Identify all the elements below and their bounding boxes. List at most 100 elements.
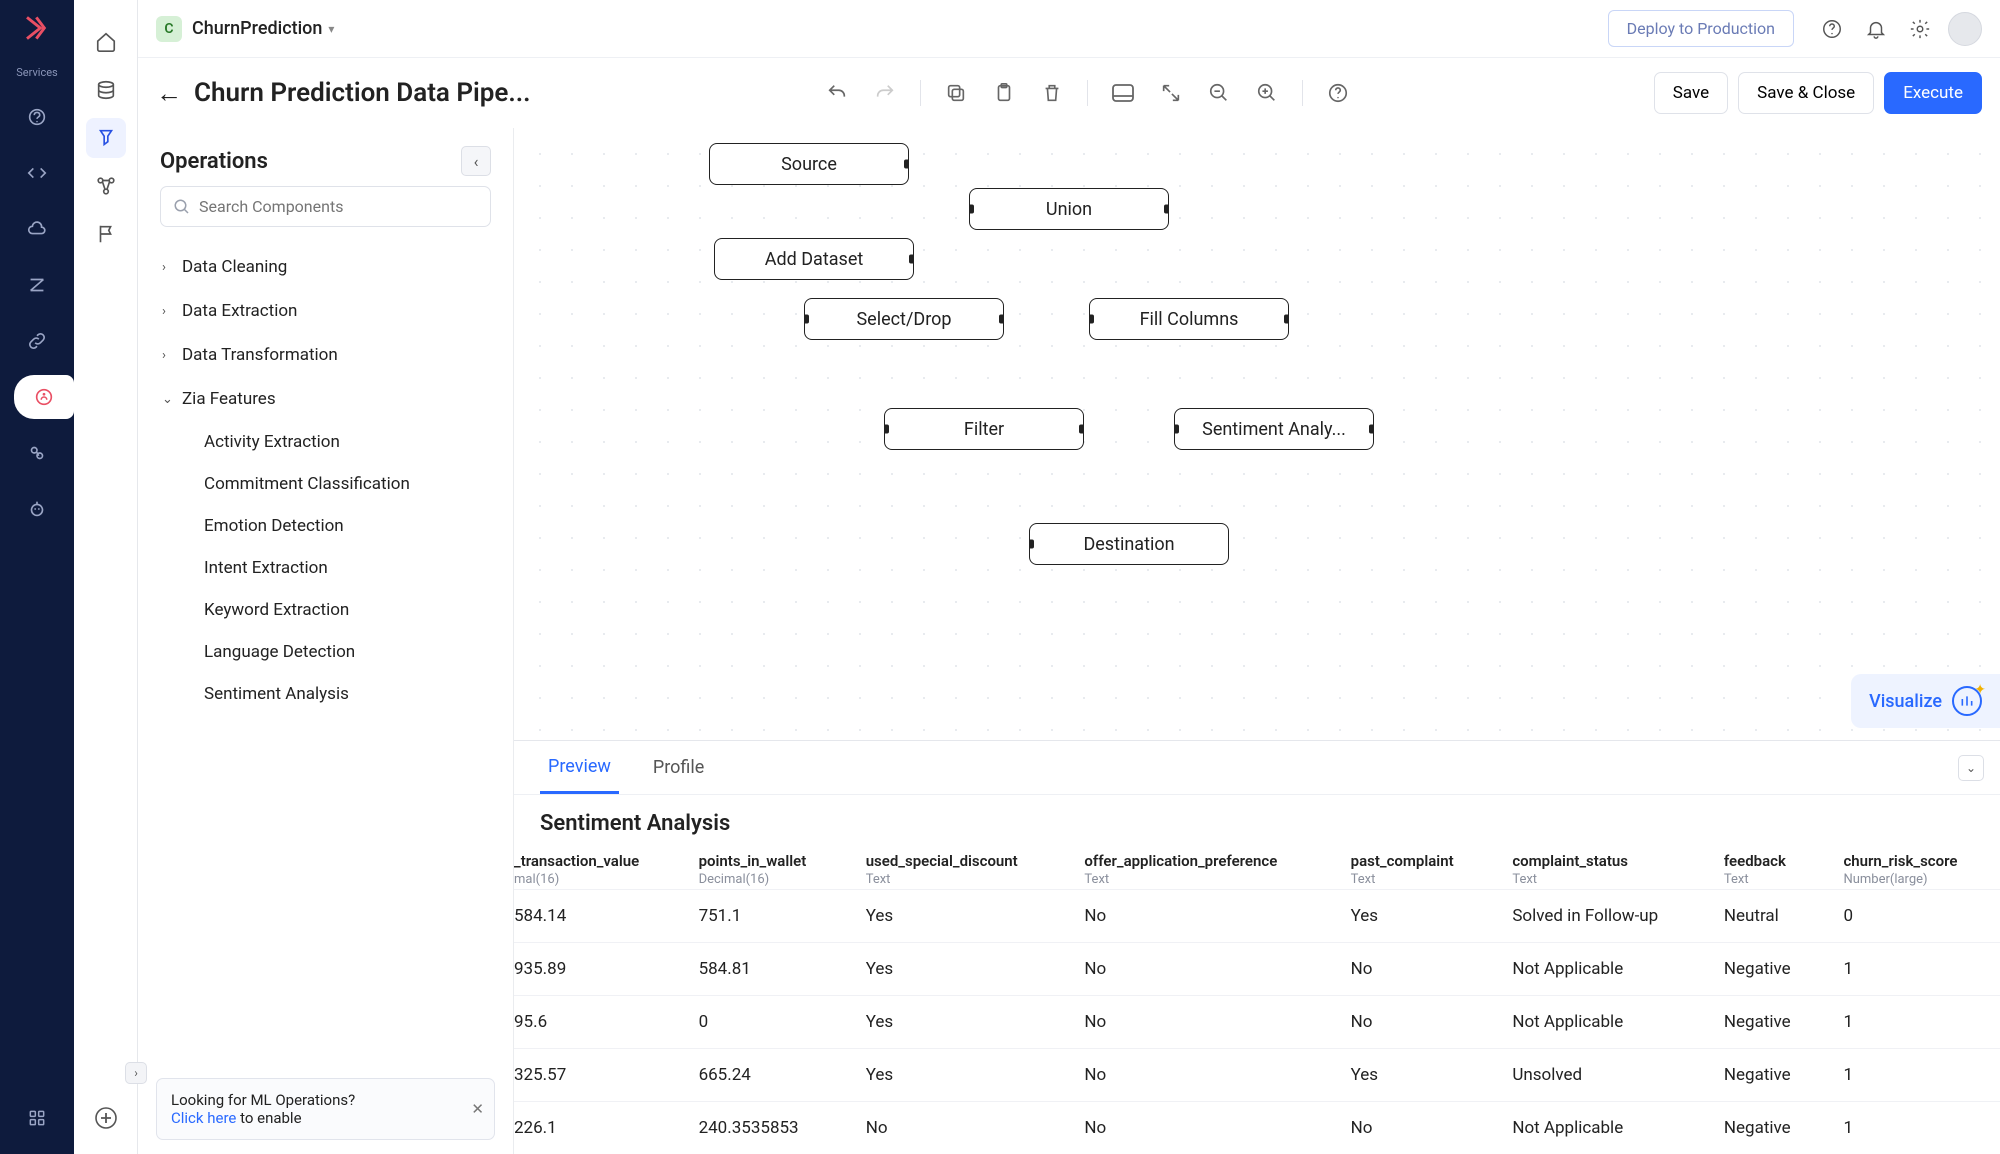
column-header[interactable]: past_complaintText bbox=[1333, 846, 1495, 890]
strip-graph-icon[interactable] bbox=[86, 166, 126, 206]
ops-group[interactable]: ›Data Cleaning bbox=[162, 245, 501, 289]
app-logo-icon bbox=[19, 12, 55, 48]
tab-preview[interactable]: Preview bbox=[540, 742, 619, 794]
ops-item[interactable]: Language Detection bbox=[162, 631, 501, 673]
tab-profile[interactable]: Profile bbox=[645, 743, 712, 792]
panel-icon[interactable] bbox=[1110, 80, 1136, 106]
workspace-caret-icon[interactable]: ▾ bbox=[328, 22, 334, 36]
help-icon[interactable] bbox=[1818, 15, 1846, 43]
table-row[interactable]: 226.1240.3535853NoNoNoNot ApplicableNega… bbox=[514, 1102, 2000, 1154]
expand-icon[interactable] bbox=[1158, 80, 1184, 106]
ops-group[interactable]: ›Data Extraction bbox=[162, 289, 501, 333]
chevron-down-icon: ⌄ bbox=[162, 392, 182, 407]
pipeline-canvas[interactable]: Source Add Dataset Union Select/Drop Fil… bbox=[514, 128, 2000, 740]
strip-add-button[interactable] bbox=[86, 1098, 126, 1138]
clipboard-icon[interactable] bbox=[991, 80, 1017, 106]
table-cell: 1 bbox=[1825, 1102, 2000, 1154]
rail-item-zia[interactable] bbox=[15, 263, 59, 307]
bell-icon[interactable] bbox=[1862, 15, 1890, 43]
ops-item[interactable]: Sentiment Analysis bbox=[162, 673, 501, 715]
gear-icon[interactable] bbox=[1906, 15, 1934, 43]
table-cell: No bbox=[1066, 1049, 1332, 1102]
table-cell: No bbox=[1066, 943, 1332, 996]
info-icon[interactable] bbox=[1325, 80, 1351, 106]
avatar[interactable] bbox=[1948, 12, 1982, 46]
ops-group[interactable]: ⌄Zia Features bbox=[162, 377, 501, 421]
strip-home-icon[interactable] bbox=[86, 22, 126, 62]
chevron-right-icon: › bbox=[162, 348, 182, 363]
undo-icon[interactable] bbox=[824, 80, 850, 106]
column-header[interactable]: churn_risk_scoreNumber(large) bbox=[1825, 846, 2000, 890]
preview-collapse-icon[interactable]: ⌄ bbox=[1958, 755, 1984, 781]
ops-item[interactable]: Keyword Extraction bbox=[162, 589, 501, 631]
save-button[interactable]: Save bbox=[1654, 72, 1728, 114]
save-close-button[interactable]: Save & Close bbox=[1738, 72, 1874, 114]
project-strip: › bbox=[74, 0, 138, 1154]
table-row[interactable]: 325.57665.24YesNoYesUnsolvedNegative1 bbox=[514, 1049, 2000, 1102]
ops-group[interactable]: ›Data Transformation bbox=[162, 333, 501, 377]
trash-icon[interactable] bbox=[1039, 80, 1065, 106]
node-source[interactable]: Source bbox=[709, 143, 909, 185]
rail-item-assistant[interactable] bbox=[15, 95, 59, 139]
close-icon[interactable]: ✕ bbox=[471, 1100, 484, 1118]
rail-item-cloud[interactable] bbox=[15, 207, 59, 251]
table-cell: Yes bbox=[848, 1049, 1067, 1102]
visualize-button[interactable]: Visualize ✦ bbox=[1851, 674, 2000, 728]
strip-flag-icon[interactable] bbox=[86, 214, 126, 254]
preview-table[interactable]: _transaction_valuemal(16)points_in_walle… bbox=[514, 846, 2000, 1154]
column-header[interactable]: used_special_discountText bbox=[848, 846, 1067, 890]
table-cell: Negative bbox=[1706, 943, 1826, 996]
execute-button[interactable]: Execute bbox=[1884, 72, 1982, 114]
table-cell: Not Applicable bbox=[1494, 1102, 1706, 1154]
operations-title: Operations bbox=[160, 149, 461, 174]
preview-pane: Preview Profile ⌄ Sentiment Analysis _tr… bbox=[514, 740, 2000, 1154]
rail-item-ml-active[interactable] bbox=[14, 375, 74, 419]
rail-item-bot[interactable] bbox=[15, 487, 59, 531]
collapse-panel-icon[interactable]: ‹ bbox=[461, 146, 491, 176]
workspace-name[interactable]: ChurnPrediction bbox=[192, 18, 322, 39]
column-header[interactable]: complaint_statusText bbox=[1494, 846, 1706, 890]
table-cell: Yes bbox=[848, 943, 1067, 996]
column-header[interactable]: points_in_walletDecimal(16) bbox=[681, 846, 848, 890]
ops-group-label: Zia Features bbox=[182, 389, 276, 409]
table-row[interactable]: 584.14751.1YesNoYesSolved in Follow-upNe… bbox=[514, 890, 2000, 943]
zoom-in-icon[interactable] bbox=[1254, 80, 1280, 106]
table-cell: 584.81 bbox=[681, 943, 848, 996]
strip-database-icon[interactable] bbox=[86, 70, 126, 110]
rail-item-apps[interactable] bbox=[15, 1096, 59, 1140]
node-sentiment[interactable]: Sentiment Analy... bbox=[1174, 408, 1374, 450]
hint-suffix: to enable bbox=[236, 1109, 301, 1127]
node-select-drop[interactable]: Select/Drop bbox=[804, 298, 1004, 340]
ops-item[interactable]: Activity Extraction bbox=[162, 421, 501, 463]
search-icon bbox=[173, 198, 191, 216]
deploy-button[interactable]: Deploy to Production bbox=[1608, 10, 1794, 47]
strip-pipeline-icon[interactable] bbox=[86, 118, 126, 158]
node-fill-columns[interactable]: Fill Columns bbox=[1089, 298, 1289, 340]
table-cell: No bbox=[1066, 1102, 1332, 1154]
copy-icon[interactable] bbox=[943, 80, 969, 106]
ops-item[interactable]: Emotion Detection bbox=[162, 505, 501, 547]
table-row[interactable]: 935.89584.81YesNoNoNot ApplicableNegativ… bbox=[514, 943, 2000, 996]
rail-item-link[interactable] bbox=[15, 319, 59, 363]
table-cell: 0 bbox=[1825, 890, 2000, 943]
column-header[interactable]: offer_application_preferenceText bbox=[1066, 846, 1332, 890]
ops-item[interactable]: Commitment Classification bbox=[162, 463, 501, 505]
hint-link[interactable]: Click here bbox=[171, 1109, 236, 1127]
node-filter[interactable]: Filter bbox=[884, 408, 1084, 450]
rail-item-code[interactable] bbox=[15, 151, 59, 195]
column-header[interactable]: _transaction_valuemal(16) bbox=[514, 846, 681, 890]
back-arrow-icon[interactable]: ← bbox=[156, 78, 182, 109]
search-input[interactable] bbox=[199, 197, 478, 216]
rail-item-chain[interactable] bbox=[15, 431, 59, 475]
chevron-right-icon: › bbox=[162, 304, 182, 319]
node-union[interactable]: Union bbox=[969, 188, 1169, 230]
search-components-input[interactable] bbox=[160, 186, 491, 227]
table-cell: 1 bbox=[1825, 1049, 2000, 1102]
column-header[interactable]: feedbackText bbox=[1706, 846, 1826, 890]
node-add-dataset[interactable]: Add Dataset bbox=[714, 238, 914, 280]
table-row[interactable]: 95.60YesNoNoNot ApplicableNegative1 bbox=[514, 996, 2000, 1049]
ops-item[interactable]: Intent Extraction bbox=[162, 547, 501, 589]
table-cell: 1 bbox=[1825, 943, 2000, 996]
zoom-out-icon[interactable] bbox=[1206, 80, 1232, 106]
node-destination[interactable]: Destination bbox=[1029, 523, 1229, 565]
